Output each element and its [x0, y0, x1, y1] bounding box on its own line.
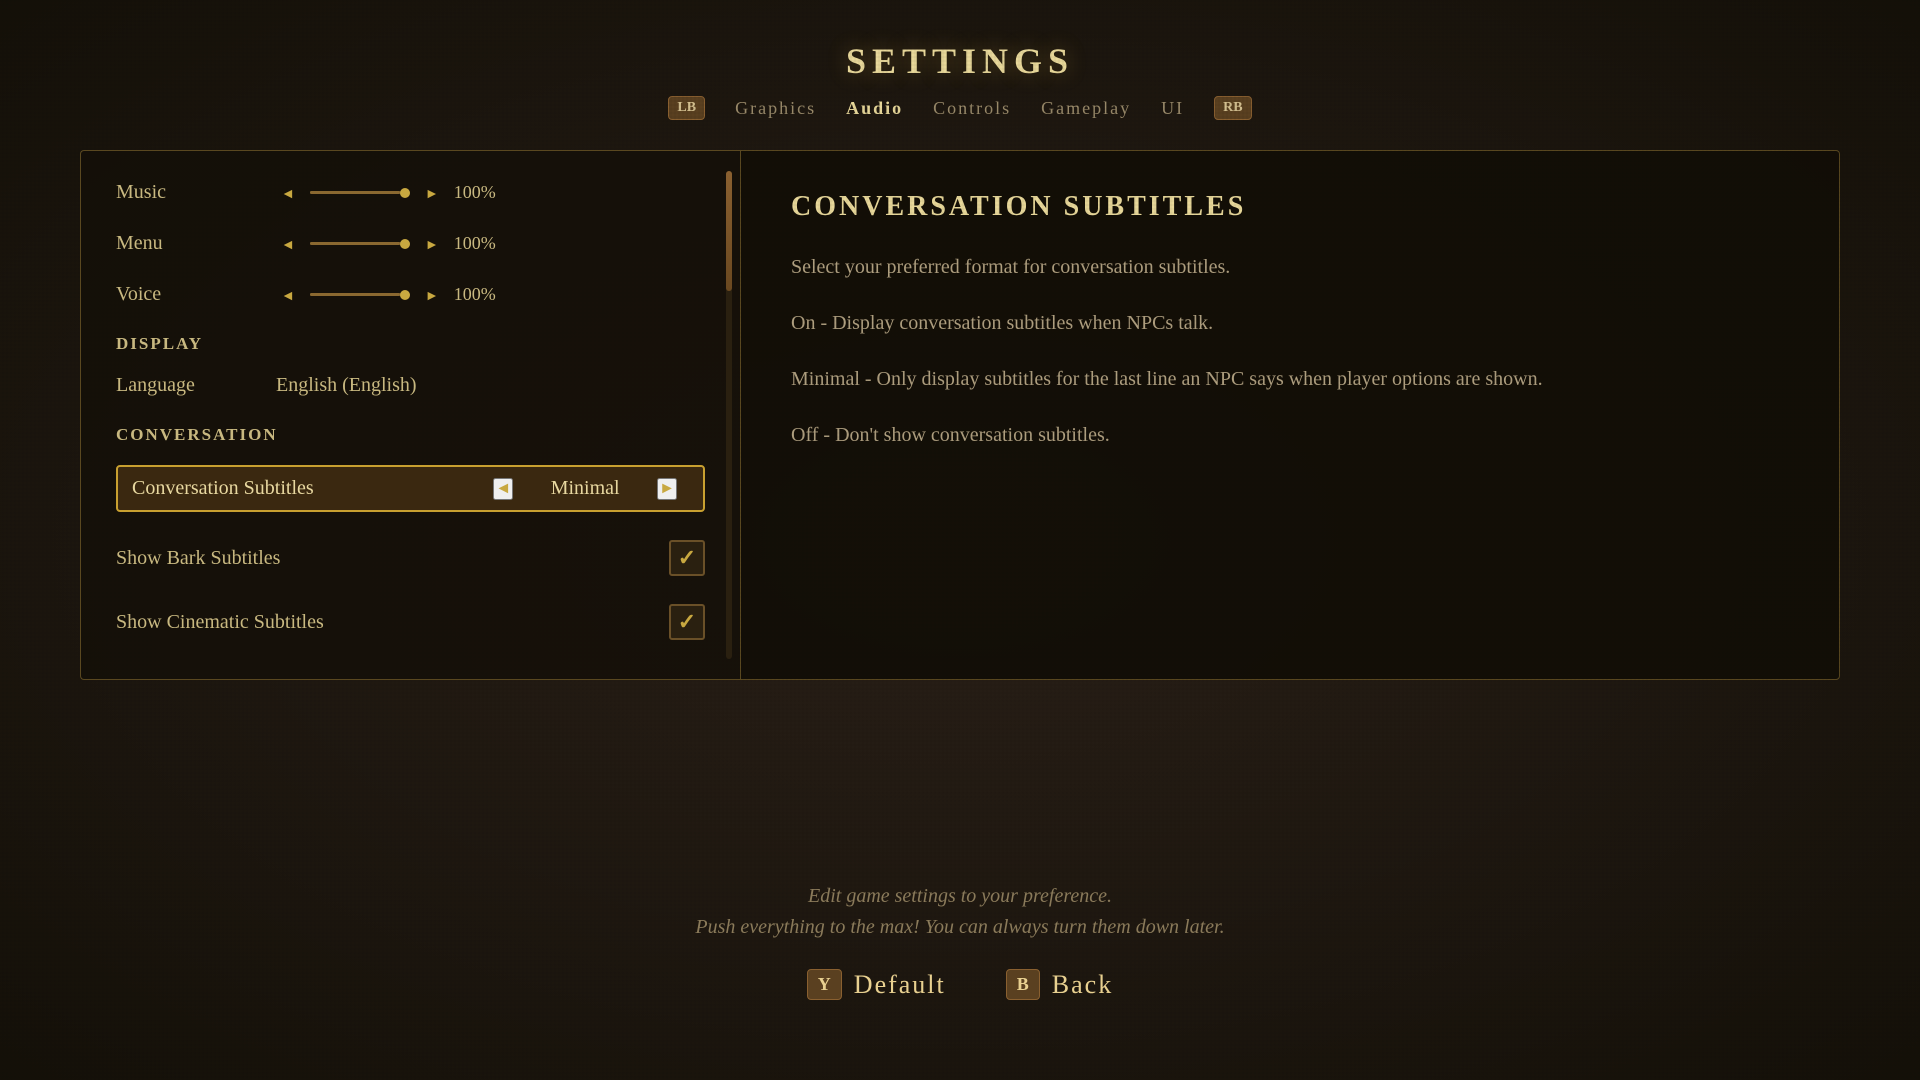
settings-header: SETTINGS LB Graphics Audio Controls Game… — [0, 0, 1920, 120]
bark-subtitles-row: Show Bark Subtitles ✓ — [116, 540, 705, 576]
menu-right-arrow[interactable]: ► — [420, 234, 444, 254]
menu-value: 100% — [454, 233, 514, 254]
menu-label: Menu — [116, 232, 276, 255]
default-button[interactable]: Y Default — [807, 969, 946, 1000]
cinematic-subtitles-checkbox[interactable]: ✓ — [669, 604, 705, 640]
scrollbar-thumb[interactable] — [726, 171, 732, 291]
voice-slider-fill — [310, 293, 400, 296]
voice-slider-thumb — [400, 290, 410, 300]
voice-label: Voice — [116, 283, 276, 306]
bark-subtitles-checkmark: ✓ — [678, 545, 696, 571]
voice-slider-container: ◄ ► 100% — [276, 284, 705, 305]
default-label: Default — [854, 970, 946, 1000]
cinematic-subtitles-label: Show Cinematic Subtitles — [116, 611, 669, 634]
page-title: SETTINGS — [0, 40, 1920, 82]
tab-gameplay[interactable]: Gameplay — [1041, 98, 1131, 119]
cinematic-subtitles-row: Show Cinematic Subtitles ✓ — [116, 604, 705, 640]
voice-right-arrow[interactable]: ► — [420, 285, 444, 305]
conversation-subtitles-selector[interactable]: Conversation Subtitles ◄ Minimal ► — [116, 465, 705, 512]
right-description-4: Off - Don't show conversation subtitles. — [791, 419, 1789, 451]
voice-value: 100% — [454, 284, 514, 305]
rb-button[interactable]: RB — [1214, 96, 1251, 120]
language-value: English (English) — [276, 374, 417, 397]
right-panel-title: CONVERSATION SUBTITLES — [791, 191, 1789, 223]
nav-tabs: LB Graphics Audio Controls Gameplay UI R… — [0, 96, 1920, 120]
menu-slider-container: ◄ ► 100% — [276, 233, 705, 254]
bark-subtitles-label: Show Bark Subtitles — [116, 547, 669, 570]
display-section-label: DISPLAY — [116, 334, 705, 354]
conversation-section-label: CONVERSATION — [116, 425, 705, 445]
voice-left-arrow[interactable]: ◄ — [276, 285, 300, 305]
language-label: Language — [116, 374, 276, 397]
menu-slider-thumb — [400, 239, 410, 249]
menu-slider-track[interactable] — [310, 242, 410, 245]
right-description-1: Select your preferred format for convers… — [791, 251, 1789, 283]
music-slider-thumb — [400, 188, 410, 198]
default-badge: Y — [807, 969, 842, 1000]
music-label: Music — [116, 181, 276, 204]
back-badge: B — [1006, 969, 1040, 1000]
right-description-3: Minimal - Only display subtitles for the… — [791, 363, 1789, 395]
cinematic-subtitles-checkmark: ✓ — [678, 609, 696, 635]
tab-audio[interactable]: Audio — [846, 98, 903, 119]
music-value: 100% — [454, 182, 514, 203]
voice-setting-row: Voice ◄ ► 100% — [116, 283, 705, 306]
menu-setting-row: Menu ◄ ► 100% — [116, 232, 705, 255]
bark-subtitles-checkbox[interactable]: ✓ — [669, 540, 705, 576]
tab-ui[interactable]: UI — [1161, 98, 1184, 119]
conversation-subtitles-left-arrow[interactable]: ◄ — [493, 478, 513, 500]
conversation-subtitles-label: Conversation Subtitles — [132, 477, 481, 500]
footer-hint-2: Push everything to the max! You can alwa… — [0, 916, 1920, 939]
tab-graphics[interactable]: Graphics — [735, 98, 816, 119]
language-row: Language English (English) — [116, 374, 705, 397]
footer-buttons: Y Default B Back — [0, 969, 1920, 1000]
footer: Edit game settings to your preference. P… — [0, 885, 1920, 1000]
music-right-arrow[interactable]: ► — [420, 183, 444, 203]
back-label: Back — [1052, 970, 1113, 1000]
music-left-arrow[interactable]: ◄ — [276, 183, 300, 203]
voice-slider-track[interactable] — [310, 293, 410, 296]
left-panel: Music ◄ ► 100% Menu ◄ ► 100% — [80, 150, 740, 680]
tab-controls[interactable]: Controls — [933, 98, 1011, 119]
music-slider-fill — [310, 191, 400, 194]
lb-button[interactable]: LB — [668, 96, 705, 120]
footer-hint-1: Edit game settings to your preference. — [0, 885, 1920, 908]
main-content: Music ◄ ► 100% Menu ◄ ► 100% — [80, 150, 1840, 680]
menu-left-arrow[interactable]: ◄ — [276, 234, 300, 254]
menu-slider-fill — [310, 242, 400, 245]
conversation-subtitles-right-arrow[interactable]: ► — [657, 478, 677, 500]
back-button[interactable]: B Back — [1006, 969, 1113, 1000]
music-setting-row: Music ◄ ► 100% — [116, 181, 705, 204]
right-panel: CONVERSATION SUBTITLES Select your prefe… — [740, 150, 1840, 680]
music-slider-container: ◄ ► 100% — [276, 182, 705, 203]
right-description-2: On - Display conversation subtitles when… — [791, 307, 1789, 339]
conversation-subtitles-value: Minimal — [525, 477, 645, 500]
music-slider-track[interactable] — [310, 191, 410, 194]
